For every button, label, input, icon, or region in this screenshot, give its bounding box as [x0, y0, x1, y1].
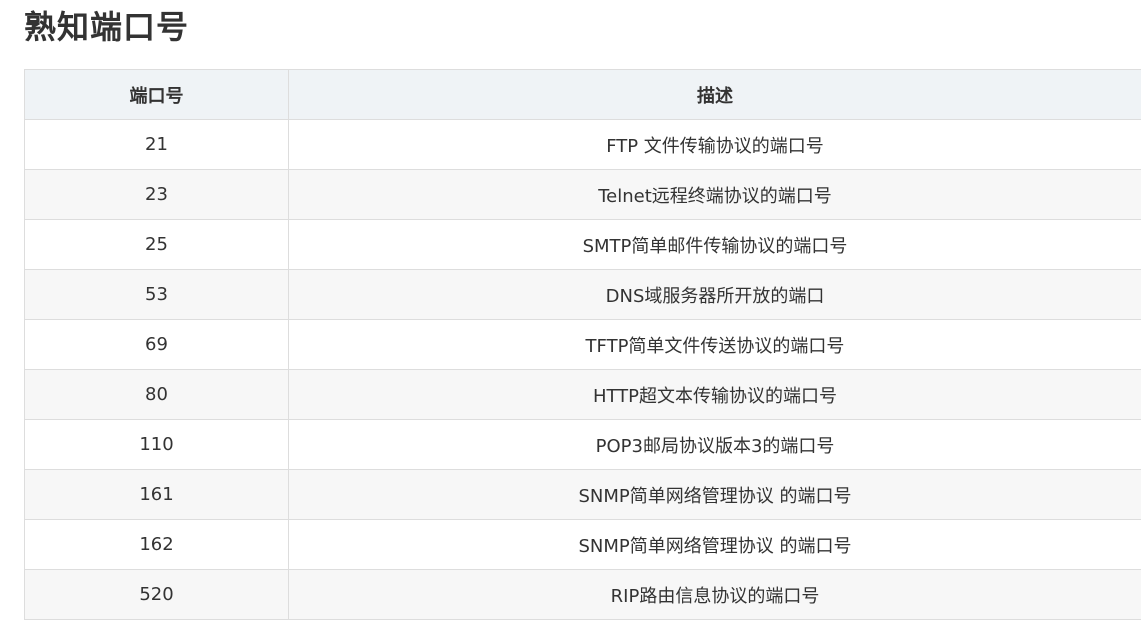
port-cell: 23 [24, 169, 289, 220]
page-title: 熟知端口号 [24, 8, 190, 46]
description-cell: Telnet远程终端协议的端口号 [288, 169, 1141, 220]
description-cell: DNS域服务器所开放的端口 [288, 269, 1141, 320]
description-cell: POP3邮局协议版本3的端口号 [288, 419, 1141, 470]
port-cell: 21 [24, 119, 289, 170]
port-cell: 162 [24, 519, 289, 570]
port-cell: 161 [24, 469, 289, 520]
description-cell: FTP 文件传输协议的端口号 [288, 119, 1141, 170]
description-cell: TFTP简单文件传送协议的端口号 [288, 319, 1141, 370]
table-row: 25 SMTP简单邮件传输协议的端口号 [24, 219, 1141, 270]
description-cell: SMTP简单邮件传输协议的端口号 [288, 219, 1141, 270]
table-row: 161 SNMP简单网络管理协议 的端口号 [24, 469, 1141, 520]
table-row: 69 TFTP简单文件传送协议的端口号 [24, 319, 1141, 370]
port-cell: 53 [24, 269, 289, 320]
column-header-description: 描述 [288, 69, 1141, 120]
table-header-row: 端口号 描述 [24, 69, 1141, 120]
table-row: 162 SNMP简单网络管理协议 的端口号 [24, 519, 1141, 570]
table-row: 110 POP3邮局协议版本3的端口号 [24, 419, 1141, 470]
description-cell: HTTP超文本传输协议的端口号 [288, 369, 1141, 420]
table-row: 53 DNS域服务器所开放的端口 [24, 269, 1141, 320]
port-cell: 69 [24, 319, 289, 370]
port-cell: 80 [24, 369, 289, 420]
port-cell: 520 [24, 569, 289, 620]
table-row: 80 HTTP超文本传输协议的端口号 [24, 369, 1141, 420]
port-cell: 25 [24, 219, 289, 270]
table-row: 21 FTP 文件传输协议的端口号 [24, 119, 1141, 170]
column-header-port: 端口号 [24, 69, 289, 120]
table-row: 520 RIP路由信息协议的端口号 [24, 569, 1141, 620]
description-cell: SNMP简单网络管理协议 的端口号 [288, 469, 1141, 520]
table-row: 23 Telnet远程终端协议的端口号 [24, 169, 1141, 220]
port-cell: 110 [24, 419, 289, 470]
description-cell: RIP路由信息协议的端口号 [288, 569, 1141, 620]
description-cell: SNMP简单网络管理协议 的端口号 [288, 519, 1141, 570]
port-table: 端口号 描述 21 FTP 文件传输协议的端口号 23 Telnet远程终端协议… [24, 69, 1141, 620]
